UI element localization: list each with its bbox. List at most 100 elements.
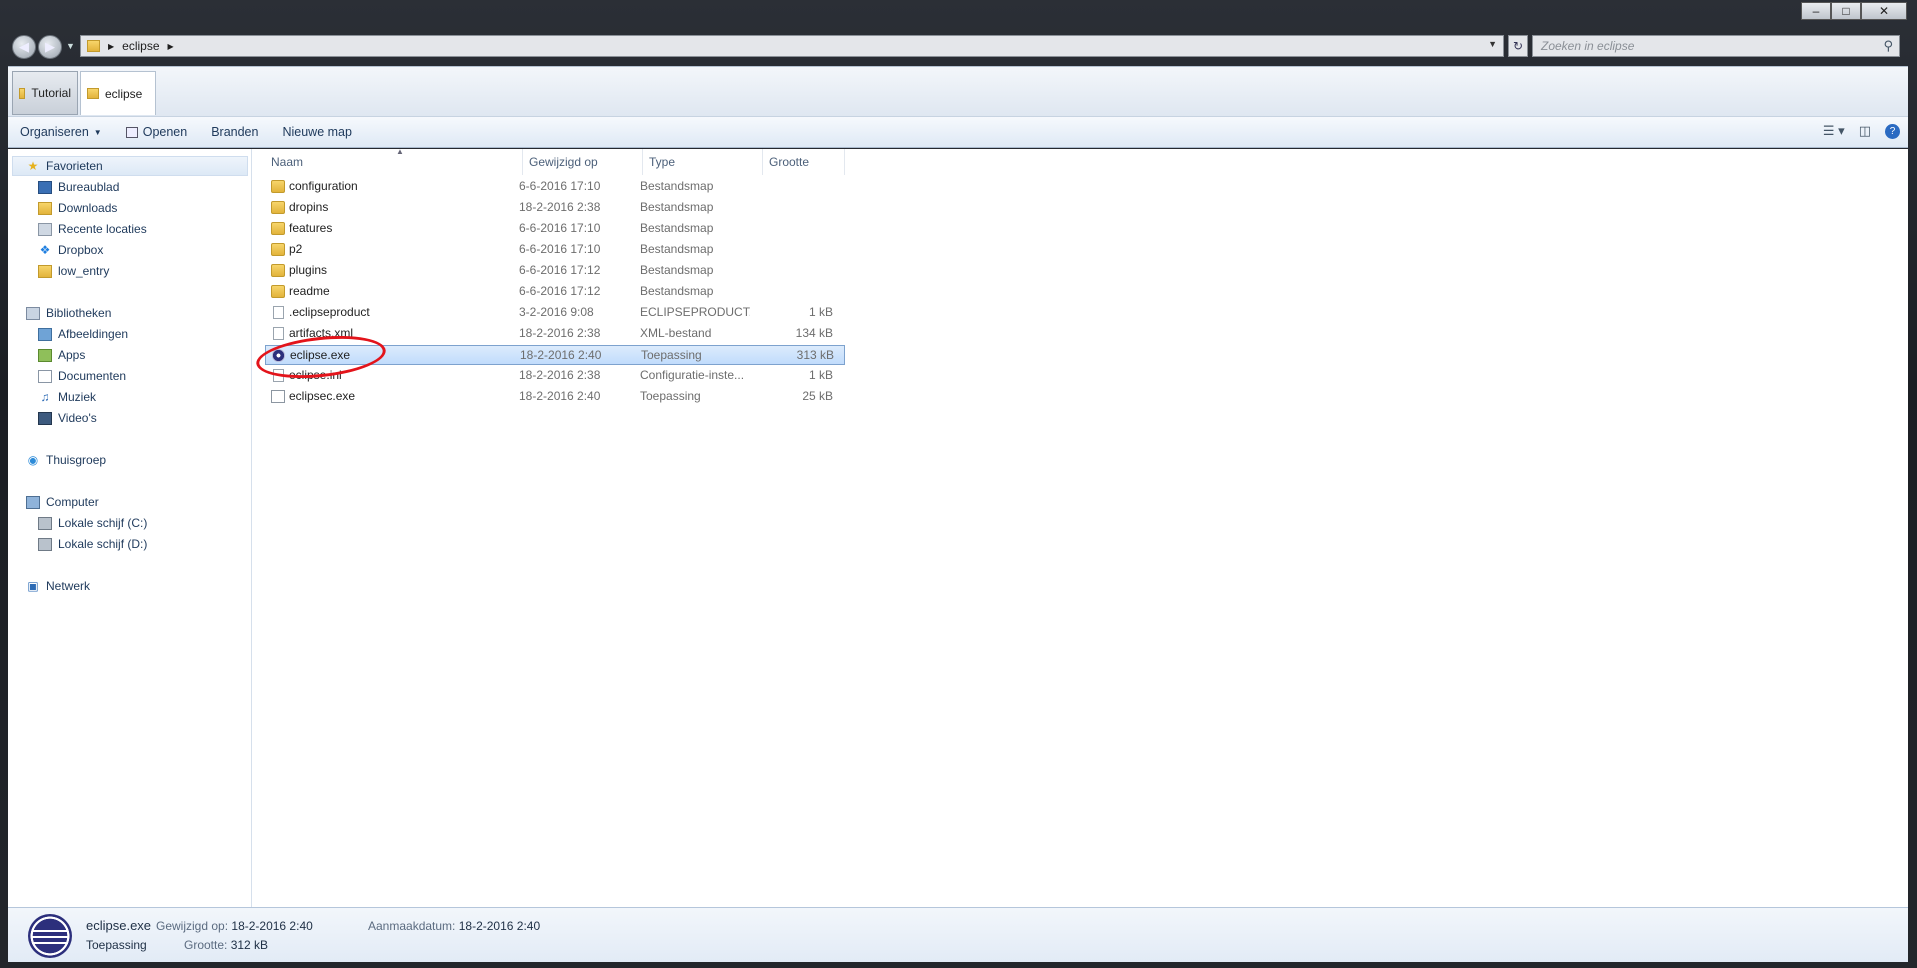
- breadcrumb-eclipse[interactable]: eclipse: [122, 39, 159, 53]
- organize-button[interactable]: Organiseren ▼: [8, 125, 114, 139]
- file-size: 1 kB: [808, 368, 833, 382]
- file-modified: 6-6-2016 17:12: [519, 263, 601, 277]
- sidebar-homegroup[interactable]: ◉ Thuisgroep: [26, 451, 106, 469]
- file-name: .eclipseproduct: [289, 305, 370, 319]
- sidebar-item-apps[interactable]: Apps: [38, 346, 85, 364]
- breadcrumb-separator-icon[interactable]: ▶: [108, 42, 114, 51]
- sidebar-item-videos[interactable]: Video's: [38, 409, 97, 427]
- folder-icon: [87, 88, 99, 99]
- new-folder-button[interactable]: Nieuwe map: [270, 125, 363, 139]
- folder-icon: [38, 264, 52, 278]
- forward-button[interactable]: ▶: [38, 35, 62, 59]
- file-type: Configuratie-inste...: [640, 368, 745, 382]
- sidebar-item-label: Recente locaties: [58, 222, 147, 236]
- folder-icon: [271, 264, 285, 277]
- sidebar-item-documenten[interactable]: Documenten: [38, 367, 126, 385]
- details-pane: eclipse.exe Gewijzigd op: 18-2-2016 2:40…: [8, 907, 1908, 962]
- file-row[interactable]: eclipsec.exe 18-2-2016 2:40 Toepassing 25 k…: [265, 387, 845, 407]
- burn-button[interactable]: Branden: [199, 125, 270, 139]
- file-size: 134 kB: [795, 326, 833, 340]
- refresh-icon: ↻: [1512, 39, 1524, 53]
- file-type: Toepassing: [640, 389, 701, 403]
- file-list: Naam ▲ Gewijzigd op Type Grootte configu…: [253, 147, 1908, 907]
- sidebar-computer[interactable]: Computer: [26, 493, 99, 511]
- breadcrumb-separator-icon[interactable]: ▶: [168, 42, 174, 51]
- sidebar-favorites[interactable]: ★ Favorieten: [26, 157, 103, 175]
- organize-label: Organiseren: [20, 125, 89, 139]
- sidebar-item-label: Documenten: [58, 369, 127, 383]
- explorer-window: – □ ✕ ◀ ▶ ▼ ▶ eclipse ▶ ▼ ↻ Zoeken in ec…: [0, 0, 1917, 968]
- column-header-size[interactable]: Grootte: [763, 149, 845, 175]
- view-options-icon[interactable]: ☰ ▾: [1823, 123, 1845, 139]
- details-filename: eclipse.exe: [86, 918, 152, 933]
- file-row[interactable]: .eclipseproduct 3-2-2016 9:08 ECLIPSEPRODU…: [265, 303, 845, 323]
- recent-places-icon: [38, 222, 52, 236]
- sidebar-libraries[interactable]: Bibliotheken: [26, 304, 111, 322]
- sidebar-item-drive-c[interactable]: Lokale schijf (C:): [38, 514, 147, 532]
- sidebar-item-bureaublad[interactable]: Bureaublad: [38, 178, 119, 196]
- eclipse-icon-stripe: [32, 936, 68, 938]
- file-row[interactable]: p2 6-6-2016 17:10 Bestandsmap: [265, 240, 845, 260]
- sidebar-item-label: Bureaublad: [58, 180, 120, 194]
- column-label: Grootte: [769, 155, 810, 169]
- computer-icon: [26, 495, 40, 509]
- folder-icon: [271, 201, 285, 214]
- tab-eclipse[interactable]: eclipse: [80, 71, 156, 115]
- drive-c-icon: [38, 516, 52, 530]
- maximize-button[interactable]: □: [1831, 2, 1861, 20]
- documents-icon: [38, 369, 52, 383]
- search-icon[interactable]: ⚲: [1883, 38, 1893, 54]
- details-size: Grootte: 312 kB: [184, 938, 268, 952]
- back-button[interactable]: ◀: [12, 35, 36, 59]
- minimize-button[interactable]: –: [1801, 2, 1831, 20]
- address-bar[interactable]: ▶ eclipse ▶ ▼: [80, 35, 1504, 57]
- file-name: configuration: [289, 179, 358, 193]
- file-modified: 6-6-2016 17:10: [519, 179, 601, 193]
- column-header-modified[interactable]: Gewijzigd op: [523, 149, 643, 175]
- sidebar-item-label: Lokale schijf (C:): [58, 516, 148, 530]
- open-button[interactable]: Openen: [114, 125, 199, 139]
- file-type: Toepassing: [641, 348, 702, 362]
- details-size-label: Grootte:: [184, 938, 228, 952]
- sidebar-item-muziek[interactable]: ♫ Muziek: [38, 388, 97, 406]
- history-dropdown-icon[interactable]: ▼: [66, 41, 75, 51]
- file-row[interactable]: plugins 6-6-2016 17:12 Bestandsmap: [265, 261, 845, 281]
- sidebar-item-label: Downloads: [58, 201, 118, 215]
- file-type: Bestandsmap: [640, 263, 714, 277]
- file-row[interactable]: features 6-6-2016 17:10 Bestandsmap: [265, 219, 845, 239]
- details-type: Toepassing: [86, 938, 147, 952]
- file-row[interactable]: dropins 18-2-2016 2:38 Bestandsmap: [265, 198, 845, 218]
- sidebar-item-recente-locaties[interactable]: Recente locaties: [38, 220, 147, 238]
- search-input[interactable]: Zoeken in eclipse ⚲: [1532, 35, 1900, 57]
- sidebar-item-afbeeldingen[interactable]: Afbeeldingen: [38, 325, 128, 343]
- sidebar-item-dropbox[interactable]: ❖ Dropbox: [38, 241, 104, 259]
- sidebar-item-low-entry[interactable]: low_entry: [38, 262, 109, 280]
- desktop-icon: [38, 180, 52, 194]
- sidebar-label: Computer: [46, 495, 99, 509]
- refresh-button[interactable]: ↻: [1508, 35, 1528, 57]
- address-dropdown-icon[interactable]: ▼: [1488, 39, 1497, 49]
- column-header-name[interactable]: Naam ▲: [265, 147, 523, 175]
- file-type: XML-bestand: [640, 326, 712, 340]
- file-row[interactable]: readme 6-6-2016 17:12 Bestandsmap: [265, 282, 845, 302]
- file-size: 25 kB: [802, 389, 833, 403]
- help-icon[interactable]: ?: [1885, 123, 1900, 139]
- file-type: Bestandsmap: [640, 179, 714, 193]
- close-button[interactable]: ✕: [1861, 2, 1907, 20]
- apps-icon: [38, 348, 52, 362]
- file-row[interactable]: configuration 6-6-2016 17:10 Bestandsmap: [265, 177, 845, 197]
- sidebar-label: Bibliotheken: [46, 306, 112, 320]
- drive-d-icon: [38, 537, 52, 551]
- file-modified: 6-6-2016 17:10: [519, 221, 601, 235]
- tab-tutorial[interactable]: Tutorial: [12, 71, 78, 115]
- column-header-type[interactable]: Type: [643, 149, 763, 175]
- sidebar-item-downloads[interactable]: Downloads: [38, 199, 117, 217]
- preview-pane-icon[interactable]: ◫: [1859, 123, 1871, 139]
- dropbox-icon: ❖: [39, 243, 51, 257]
- sidebar-network[interactable]: ▣ Netwerk: [26, 577, 90, 595]
- file-modified: 6-6-2016 17:12: [519, 284, 601, 298]
- file-modified: 18-2-2016 2:38: [519, 326, 601, 340]
- sidebar-item-drive-d[interactable]: Lokale schijf (D:): [38, 535, 147, 553]
- file-modified: 18-2-2016 2:38: [519, 368, 601, 382]
- arrow-left-icon: ◀: [19, 39, 29, 54]
